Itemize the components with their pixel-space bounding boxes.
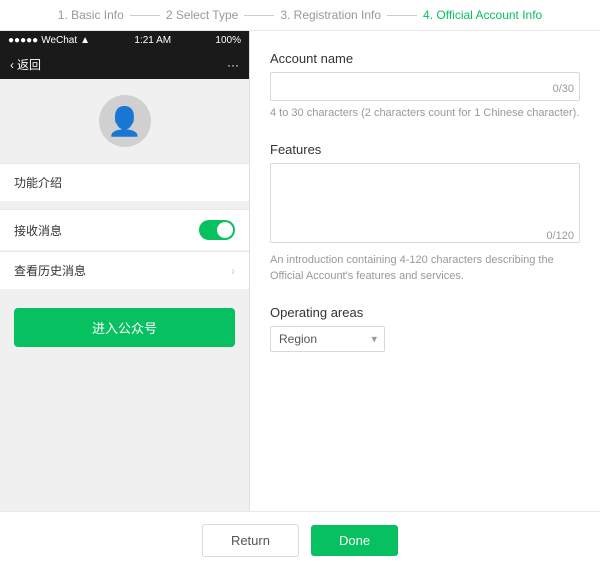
action-bar: Return Done bbox=[0, 511, 600, 569]
account-name-section: Account name 0/30 4 to 30 characters (2 … bbox=[270, 51, 580, 122]
receive-messages-label: 接收消息 bbox=[14, 222, 62, 239]
region-select[interactable]: Region North America Europe Asia Other bbox=[270, 326, 385, 352]
cta-button-area: 进入公众号 bbox=[0, 298, 249, 357]
menu-divider-1 bbox=[0, 201, 249, 209]
view-history-item[interactable]: 查看历史消息 › bbox=[0, 251, 249, 290]
step-divider-3 bbox=[387, 15, 417, 16]
features-section: Features 0/120 An introduction containin… bbox=[270, 142, 580, 285]
nav-back-button[interactable]: ‹ 返回 bbox=[10, 56, 41, 73]
operating-areas-section: Operating areas Region North America Eur… bbox=[270, 305, 580, 352]
chevron-right-icon: › bbox=[231, 264, 235, 278]
features-counter: 0/120 bbox=[546, 230, 574, 242]
status-left: ●●●●● WeChat ▲ bbox=[8, 35, 90, 46]
wifi-icon: ▲ bbox=[80, 35, 90, 46]
step-divider-2 bbox=[244, 15, 274, 16]
step-basic-info[interactable]: 1. Basic Info bbox=[58, 8, 124, 22]
battery-label: 100% bbox=[215, 35, 241, 46]
operating-areas-label: Operating areas bbox=[270, 305, 580, 320]
account-name-input-wrapper: 0/30 bbox=[270, 72, 580, 101]
signal-dots: ●●●●● bbox=[8, 35, 38, 46]
receive-messages-item[interactable]: 接收消息 bbox=[0, 209, 249, 251]
features-textarea[interactable] bbox=[270, 163, 580, 243]
view-history-label: 查看历史消息 bbox=[14, 262, 86, 279]
avatar-icon: 👤 bbox=[107, 105, 142, 138]
region-select-wrapper: Region North America Europe Asia Other bbox=[270, 326, 385, 352]
back-chevron-icon: ‹ bbox=[10, 58, 14, 72]
phone-status-bar: ●●●●● WeChat ▲ 1:21 AM 100% bbox=[0, 31, 249, 50]
phone-nav-bar: ‹ 返回 ··· bbox=[0, 50, 249, 79]
step-official-account[interactable]: 4. Official Account Info bbox=[423, 8, 542, 22]
nav-dots-icon[interactable]: ··· bbox=[227, 58, 239, 72]
step-divider-1 bbox=[130, 15, 160, 16]
time-label: 1:21 AM bbox=[134, 35, 171, 46]
form-panel: Account name 0/30 4 to 30 characters (2 … bbox=[250, 31, 600, 511]
account-name-label: Account name bbox=[270, 51, 580, 66]
features-hint: An introduction containing 4-120 charact… bbox=[270, 252, 580, 285]
back-label: 返回 bbox=[17, 56, 41, 73]
features-textarea-wrapper: 0/120 bbox=[270, 163, 580, 248]
carrier-label: WeChat bbox=[41, 35, 77, 46]
account-name-input[interactable] bbox=[270, 72, 580, 101]
avatar: 👤 bbox=[99, 95, 151, 147]
account-name-counter: 0/30 bbox=[553, 83, 574, 95]
avatar-area: 👤 bbox=[0, 79, 249, 163]
step-select-type[interactable]: 2 Select Type bbox=[166, 8, 239, 22]
features-label: Features bbox=[270, 142, 580, 157]
return-button[interactable]: Return bbox=[202, 524, 299, 557]
menu-divider-2 bbox=[0, 290, 249, 298]
step-registration-info[interactable]: 3. Registration Info bbox=[280, 8, 381, 22]
receive-messages-toggle[interactable] bbox=[199, 220, 235, 240]
func-intro-label: 功能介绍 bbox=[0, 163, 249, 201]
account-name-hint: 4 to 30 characters (2 characters count f… bbox=[270, 105, 580, 122]
done-button[interactable]: Done bbox=[311, 525, 398, 556]
phone-panel: ●●●●● WeChat ▲ 1:21 AM 100% ‹ 返回 ··· 👤 功… bbox=[0, 31, 250, 511]
main-content: ●●●●● WeChat ▲ 1:21 AM 100% ‹ 返回 ··· 👤 功… bbox=[0, 31, 600, 511]
step-bar: 1. Basic Info 2 Select Type 3. Registrat… bbox=[0, 0, 600, 31]
phone-body: 👤 功能介绍 接收消息 查看历史消息 › 进入公众号 bbox=[0, 79, 249, 511]
enter-official-account-button[interactable]: 进入公众号 bbox=[14, 308, 235, 347]
